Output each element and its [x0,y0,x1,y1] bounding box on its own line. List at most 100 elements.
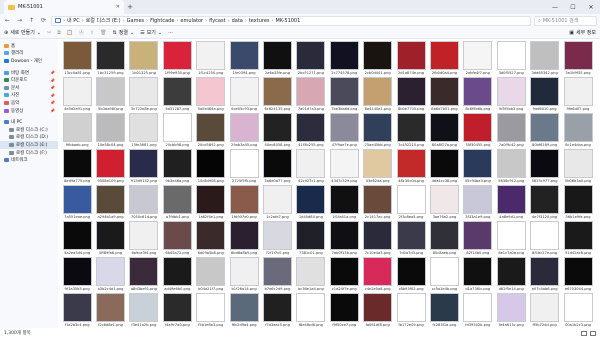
file-item[interactable]: bc36e1a4.png [295,257,327,293]
file-item[interactable]: c1d24f7e.png [328,257,360,293]
file-item[interactable]: 47f9ae7e.png [328,113,360,149]
file-item[interactable]: 80c8aeb.png [428,221,460,257]
chevron-right-icon[interactable]: › [123,18,125,24]
sidebar-item[interactable]: 동영상 📌 [0,107,58,115]
chevron-right-icon[interactable]: › [205,18,207,24]
file-item[interactable]: 29ab3a45.png [228,113,260,149]
file-item[interactable]: 7d0a7d3.png [395,221,427,257]
sidebar-item[interactable]: 네트워크 [0,156,58,164]
file-item[interactable]: 9b3e46a.png [161,149,193,185]
file-item[interactable]: 6b45a72.png [161,221,193,257]
share-button[interactable]: ⇪ [90,30,94,36]
file-item[interactable]: 9fe6d07.png [562,77,594,113]
tab-active[interactable]: MK-51001 ✕ [4,0,124,14]
file-item[interactable]: 3ae76a2.png [428,185,460,221]
file-item[interactable]: fe4a613c.png [495,293,527,328]
file-item[interactable]: fd39502b.png [462,293,494,328]
delete-button[interactable]: 🗑 [100,30,106,36]
file-item[interactable]: 5825c977.png [528,149,560,185]
file-item[interactable]: f1a2b3c4.png [61,293,93,328]
new-button[interactable]: ⊕ 새로 만들기 ⌄ [4,29,41,37]
file-item[interactable]: 1f1fa41a.png [328,185,360,221]
file-item[interactable]: 2fb0d0a4.png [428,41,460,77]
file-item[interactable]: 8e1c7a0b.png [495,221,527,257]
file-item[interactable]: 72f1f7c0.png [261,221,293,257]
file-item[interactable]: e6703044.png [562,257,594,293]
breadcrumb-item[interactable]: textures [249,18,270,24]
file-item[interactable]: f8e4fbd6.png [295,293,327,328]
file-item[interactable]: f9f50ce7.png [328,293,360,328]
chevron-right-icon[interactable]: › [245,18,247,24]
file-item[interactable]: 1fe0394.png [228,41,260,77]
file-item[interactable]: 10c8d908.png [195,149,227,185]
file-item[interactable]: 48c30c04.png [395,149,427,185]
file-item[interactable]: 2d1a874e.png [395,41,427,77]
rename-button[interactable]: Ⓐ [79,29,84,36]
file-item[interactable]: 42c927c1.png [295,149,327,185]
file-item[interactable]: 7050c61d.png [128,185,160,221]
close-tab-icon[interactable]: ✕ [116,4,120,10]
file-item[interactable]: cc5a1e4b.png [428,257,460,293]
breadcrumb-item[interactable]: MK-51001 [276,18,301,24]
file-item[interactable]: 8c1e4cba.png [562,113,594,149]
minimize-button[interactable]: — [546,0,564,14]
chevron-right-icon[interactable]: › [176,18,178,24]
cut-button[interactable]: ✂ [47,30,51,36]
file-item[interactable]: b1f26a14.png [228,257,260,293]
file-item[interactable]: 6a9ce3f4.png [128,221,160,257]
file-item[interactable]: 8a4140a1.png [362,77,394,113]
file-item[interactable]: 13cc0a81.png [61,41,93,77]
file-item[interactable]: f7d3eac5.png [261,293,293,328]
file-item[interactable]: 2c774578.png [328,41,360,77]
file-item[interactable]: 9ad6010.png [528,77,560,113]
file-item[interactable]: 4e5d2a91.png [61,77,93,113]
chevron-right-icon[interactable]: › [146,18,148,24]
large-icons-view-icon[interactable] [590,330,596,336]
chevron-right-icon[interactable]: › [82,18,84,24]
file-item[interactable]: 75ae45bb.png [362,113,394,149]
breadcrumb-item[interactable]: Games [127,18,145,24]
sidebar-item[interactable]: 바탕 화면 📌 [0,69,58,77]
file-item[interactable]: 2f3c8ea5.png [395,185,427,221]
chevron-right-icon[interactable]: › [272,18,274,24]
maximize-button[interactable]: ☐ [564,0,582,14]
file-item[interactable]: 9508e109.png [94,149,126,185]
details-view-icon[interactable] [581,330,587,336]
breadcrumb-item[interactable]: Fightcade [150,18,174,24]
file-item[interactable]: 80a8f27a.png [428,113,460,149]
file-item[interactable]: 9fbbaeb.png [61,113,93,149]
file-item[interactable]: 2ebfe4f7.png [462,41,494,77]
paste-button[interactable]: 📋 [67,30,73,36]
file-item[interactable]: 3a6e0b77.png [261,149,293,185]
file-item[interactable]: 8b6d7b51.png [428,77,460,113]
address-bar[interactable]: › 내 PC › 로컬 디스크 (E:) › Games › Fightcade › emula… [51,15,531,26]
file-item[interactable]: ad49e6b0.png [161,257,193,293]
file-item[interactable]: 8f1bc27e.png [528,221,560,257]
sidebar-item[interactable]: 음악 📌 [0,99,58,107]
file-item[interactable]: b7e6c2d9.png [261,257,293,293]
file-item[interactable]: 5c722e8e.png [128,77,160,113]
file-item[interactable]: 2a6a33fe.png [261,41,293,77]
view-button[interactable]: ☰ 보기 ⌄ [140,29,162,37]
file-item[interactable]: fa061df8.png [362,293,394,328]
file-item[interactable]: 1f1c4250.png [195,41,227,77]
file-item[interactable]: d82f5e14.png [495,257,527,293]
file-item[interactable]: 7381c01.png [295,221,327,257]
file-item[interactable]: fc283f1a.png [428,293,460,328]
sidebar-item[interactable]: 다운로드 📌 [0,76,58,84]
file-item[interactable]: 7a551eae.png [61,185,93,221]
file-item[interactable]: 6d09a5b8.png [195,221,227,257]
sidebar-item[interactable]: 갤러리 [0,50,58,58]
file-item[interactable]: 82f14b0.png [462,221,494,257]
sidebar-item[interactable]: 홈 [0,42,58,50]
file-item[interactable]: 40ec8058.png [261,113,293,149]
file-item[interactable]: 6ce05c93.png [228,77,260,113]
file-item[interactable]: fb172e09.png [395,293,427,328]
new-tab-button[interactable]: + [124,0,136,14]
file-item[interactable]: 1b01325.png [128,41,160,77]
file-item[interactable]: 9f1a35b5.png [61,257,93,293]
file-item[interactable]: 4da4cc38.png [428,149,460,185]
sidebar-item[interactable]: 로컬 디스크 (F:) [0,149,58,157]
file-item[interactable]: 4347c529.png [328,149,360,185]
file-item[interactable]: b04a21f7.png [195,257,227,293]
